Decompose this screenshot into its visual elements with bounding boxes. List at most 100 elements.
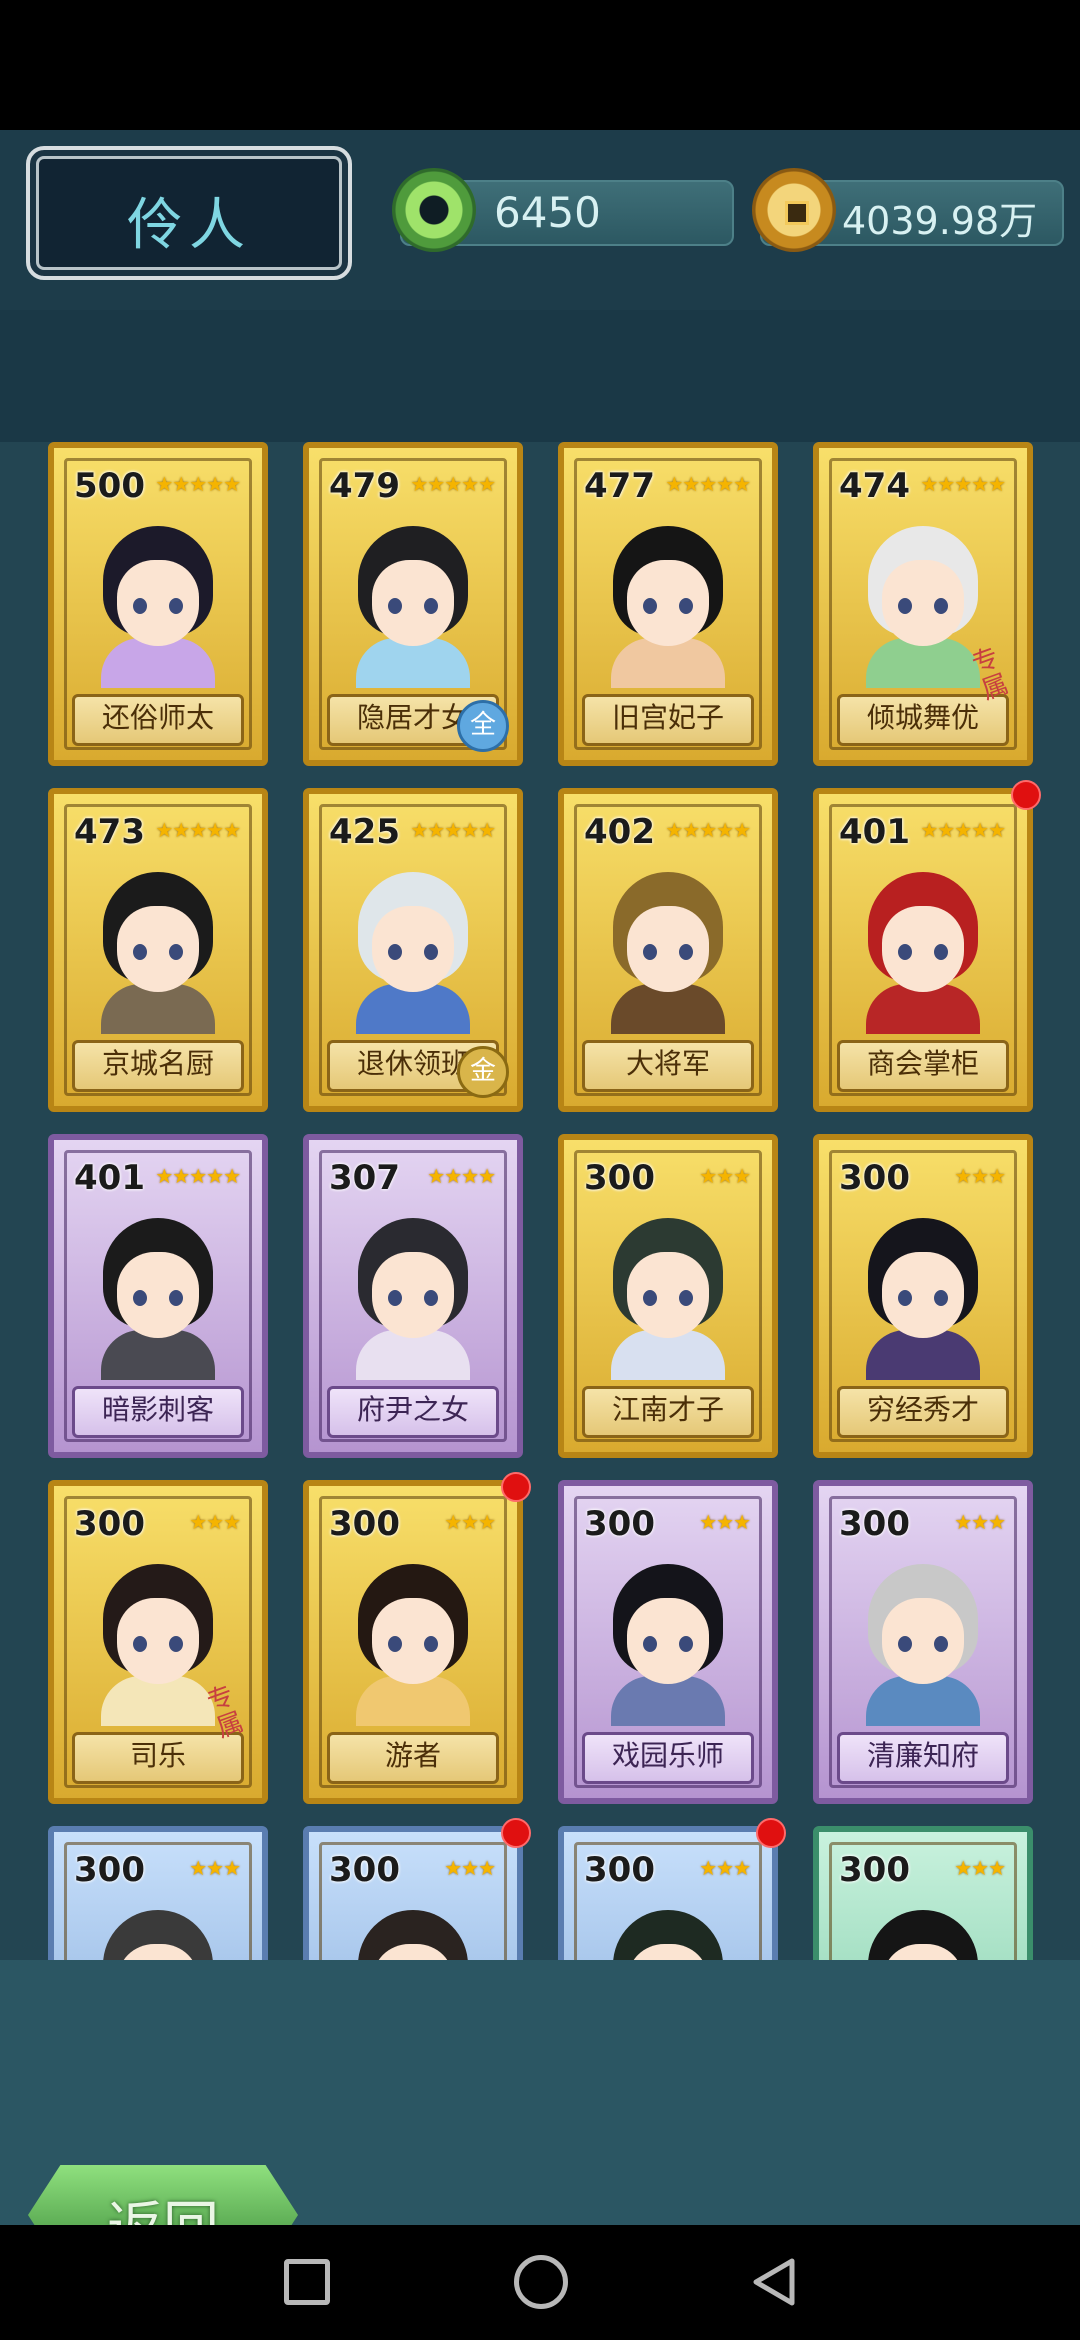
star-rating-icon: ★★★ — [954, 1510, 1006, 1534]
star-rating-icon: ★★★★★ — [410, 472, 496, 496]
card-name: 大将军 — [582, 1040, 754, 1092]
performer-card[interactable]: 402 ★★★★★ 大将军 — [558, 788, 778, 1112]
card-name: 旧宫妃子 — [582, 694, 754, 746]
performer-card[interactable]: 425 ★★★★★ 退休领班金 — [303, 788, 523, 1112]
circle-home-icon[interactable] — [514, 2255, 568, 2309]
character-portrait — [348, 526, 478, 688]
card-score: 474 — [839, 466, 910, 506]
performer-card[interactable]: 401 ★★★★★ 商会掌柜 — [813, 780, 1041, 1112]
coin-currency: 4039.98万 — [752, 168, 1064, 252]
character-portrait — [858, 1218, 988, 1380]
portrait-face — [627, 1252, 709, 1338]
portrait-face — [372, 906, 454, 992]
character-portrait — [858, 526, 988, 688]
card-score: 307 — [329, 1158, 400, 1198]
card-name: 京城名厨 — [72, 1040, 244, 1092]
star-rating-icon: ★★★ — [699, 1164, 751, 1188]
card-score: 425 — [329, 812, 400, 852]
card-score: 300 — [74, 1504, 145, 1544]
star-rating-icon: ★★★★★ — [155, 818, 241, 842]
character-portrait — [348, 872, 478, 1034]
star-rating-icon: ★★★★★ — [920, 818, 1006, 842]
performer-card[interactable]: 300 ★★★ 戏园乐师 — [558, 1480, 778, 1804]
coin-amount: 4039.98万 — [842, 199, 1038, 243]
portrait-face — [117, 560, 199, 646]
notification-dot — [756, 1818, 786, 1848]
card-name: 司乐 — [72, 1732, 244, 1784]
card-score: 300 — [584, 1158, 655, 1198]
character-portrait — [603, 1564, 733, 1726]
portrait-face — [627, 560, 709, 646]
star-rating-icon: ★★★★ — [427, 1164, 496, 1188]
card-score: 402 — [584, 812, 655, 852]
performer-card[interactable]: 300 ★★★ 司乐 专属 — [48, 1480, 268, 1804]
card-score: 300 — [584, 1504, 655, 1544]
character-portrait — [93, 1564, 223, 1726]
triangle-back-icon[interactable] — [748, 2255, 802, 2309]
performer-card[interactable]: 307 ★★★★ 府尹之女 — [303, 1134, 523, 1458]
portrait-face — [372, 560, 454, 646]
card-name: 江南才子 — [582, 1386, 754, 1438]
character-portrait — [603, 1218, 733, 1380]
jade-disc-icon — [392, 168, 476, 252]
card-score: 300 — [839, 1504, 910, 1544]
portrait-face — [882, 906, 964, 992]
character-portrait — [93, 1218, 223, 1380]
card-score: 401 — [74, 1158, 145, 1198]
performer-card[interactable]: 477 ★★★★★ 旧宫妃子 — [558, 442, 778, 766]
character-portrait — [348, 1218, 478, 1380]
card-score: 479 — [329, 466, 400, 506]
system-nav-bar — [0, 2225, 1080, 2340]
back-button[interactable]: 返回 — [28, 2165, 298, 2225]
card-score: 300 — [839, 1850, 910, 1890]
page-title-frame: 伶人 — [26, 146, 352, 280]
portrait-face — [882, 560, 964, 646]
card-name: 府尹之女 — [327, 1386, 499, 1438]
star-rating-icon: ★★★★★ — [155, 472, 241, 496]
card-score: 300 — [329, 1504, 400, 1544]
app-screen: 伶人 6450 4039.98万 500 ★★★★★ 还俗师太 479 ★★★★★ 隐居才… — [0, 130, 1080, 2225]
card-score: 401 — [839, 812, 910, 852]
portrait-face — [372, 1598, 454, 1684]
back-button-label: 返回 — [28, 2183, 298, 2225]
character-portrait — [858, 872, 988, 1034]
card-score: 300 — [329, 1850, 400, 1890]
star-rating-icon: ★★★ — [189, 1856, 241, 1880]
square-recents-icon[interactable] — [284, 2259, 330, 2305]
portrait-face — [627, 1598, 709, 1684]
portrait-face — [117, 906, 199, 992]
page-title: 伶人 — [127, 193, 251, 258]
star-rating-icon: ★★★ — [699, 1856, 751, 1880]
star-rating-icon: ★★★ — [444, 1856, 496, 1880]
card-score: 477 — [584, 466, 655, 506]
card-score: 300 — [839, 1158, 910, 1198]
character-portrait — [858, 1564, 988, 1726]
card-badge-icon: 金 — [457, 1046, 509, 1098]
performer-card[interactable]: 300 ★★★ 清廉知府 — [813, 1480, 1033, 1804]
performer-card[interactable]: 473 ★★★★★ 京城名厨 — [48, 788, 268, 1112]
star-rating-icon: ★★★★★ — [665, 818, 751, 842]
performer-card[interactable]: 474 ★★★★★ 倾城舞优 专属 — [813, 442, 1033, 766]
character-portrait — [348, 1564, 478, 1726]
card-name: 穷经秀才 — [837, 1386, 1009, 1438]
performer-card[interactable]: 401 ★★★★★ 暗影刺客 — [48, 1134, 268, 1458]
performer-card[interactable]: 300 ★★★ 穷经秀才 — [813, 1134, 1033, 1458]
performer-card[interactable]: 479 ★★★★★ 隐居才女全 — [303, 442, 523, 766]
card-name: 还俗师太 — [72, 694, 244, 746]
performer-grid[interactable]: 500 ★★★★★ 还俗师太 479 ★★★★★ 隐居才女全 477 ★★★★★ 旧宫妃子 474… — [0, 442, 1080, 2090]
performer-card[interactable]: 300 ★★★ 江南才子 — [558, 1134, 778, 1458]
character-portrait — [93, 872, 223, 1034]
performer-card[interactable]: 300 ★★★ 游者 — [303, 1472, 531, 1804]
jade-currency: 6450 — [392, 168, 734, 252]
jade-amount: 6450 — [494, 188, 601, 237]
performer-card[interactable]: 500 ★★★★★ 还俗师太 — [48, 442, 268, 766]
portrait-face — [882, 1252, 964, 1338]
star-rating-icon: ★★★★★ — [665, 472, 751, 496]
star-rating-icon: ★★★★★ — [920, 472, 1006, 496]
card-score: 500 — [74, 466, 145, 506]
card-name: 商会掌柜 — [837, 1040, 1009, 1092]
star-rating-icon: ★★★ — [954, 1856, 1006, 1880]
portrait-face — [627, 906, 709, 992]
star-rating-icon: ★★★ — [954, 1164, 1006, 1188]
card-badge-icon: 全 — [457, 700, 509, 752]
